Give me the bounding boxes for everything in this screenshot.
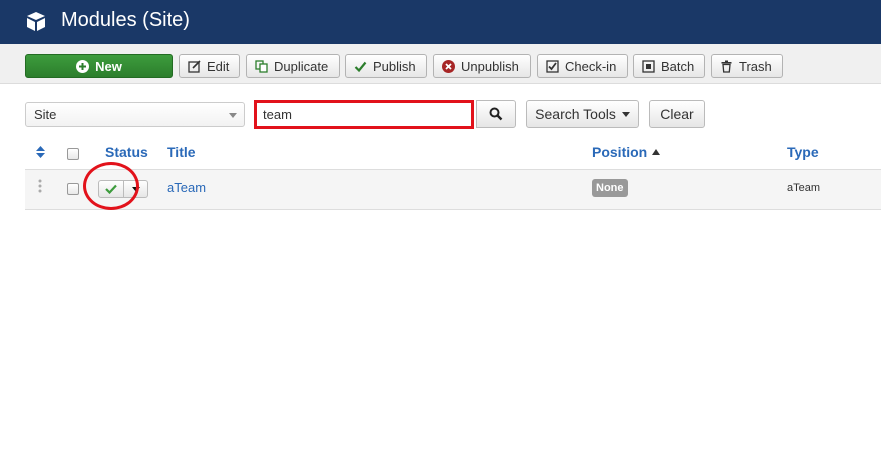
search-tools-button[interactable]: Search Tools [526, 100, 639, 128]
plus-circle-icon [76, 59, 90, 73]
batch-icon [642, 59, 655, 73]
column-title[interactable]: Title [167, 144, 196, 160]
new-button[interactable]: New [25, 54, 173, 78]
column-status[interactable]: Status [105, 144, 148, 160]
duplicate-button-label: Duplicate [274, 58, 329, 74]
toolbar: New Edit Duplicate Publish Unpublish Che… [0, 44, 881, 84]
publish-button-label: Publish [373, 58, 416, 74]
check-icon [105, 184, 117, 194]
status-dropdown-button[interactable] [123, 180, 148, 198]
trash-button-label: Trash [739, 58, 772, 74]
publish-button[interactable]: Publish [345, 54, 427, 78]
trash-icon [721, 60, 732, 73]
edit-button-label: Edit [207, 58, 230, 74]
select-all-checkbox[interactable] [67, 148, 79, 160]
header-bar: Modules (Site) [0, 0, 881, 44]
page-title: Modules (Site) [61, 9, 190, 31]
batch-button[interactable]: Batch [633, 54, 705, 78]
table-header: Status Title Position Type [25, 140, 881, 170]
sort-icon[interactable] [36, 146, 45, 158]
column-position[interactable]: Position [592, 144, 661, 160]
client-select[interactable]: Site [25, 102, 245, 127]
edit-button[interactable]: Edit [179, 54, 240, 78]
position-badge: None [592, 179, 628, 197]
copy-icon [255, 59, 268, 73]
cube-icon [27, 12, 45, 31]
search-button[interactable] [476, 100, 516, 128]
module-type: aTeam [787, 182, 821, 194]
chevron-down-icon [131, 186, 140, 192]
modules-table: Status Title Position Type aTeam None aT… [25, 140, 881, 210]
publish-toggle-button[interactable] [98, 180, 124, 198]
search-input[interactable] [254, 100, 474, 129]
duplicate-button[interactable]: Duplicate [246, 54, 340, 78]
filter-bar: Site Search Tools Clear [0, 84, 881, 140]
check-icon [354, 61, 367, 72]
checkin-button[interactable]: Check-in [537, 54, 628, 78]
row-checkbox[interactable] [67, 183, 79, 195]
unpublish-button-label: Unpublish [461, 58, 519, 74]
sort-ascending-icon [652, 149, 661, 155]
chevron-down-icon [621, 111, 630, 117]
checkbox-icon [546, 59, 559, 73]
unpublish-button[interactable]: Unpublish [433, 54, 531, 78]
clear-button[interactable]: Clear [649, 100, 705, 128]
trash-button[interactable]: Trash [711, 54, 783, 78]
status-toggle-group [98, 180, 148, 198]
batch-button-label: Batch [661, 58, 695, 74]
search-tools-label: Search Tools [535, 106, 616, 122]
new-button-label: New [95, 58, 122, 74]
drag-handle-icon[interactable] [38, 179, 42, 193]
module-title-link[interactable]: aTeam [167, 180, 206, 195]
client-select-value: Site [34, 107, 57, 122]
table-row: aTeam None aTeam [25, 162, 881, 210]
clear-button-label: Clear [660, 106, 694, 122]
chevron-down-icon [229, 113, 237, 118]
unpublish-icon [442, 59, 455, 73]
column-type[interactable]: Type [787, 144, 819, 160]
edit-icon [188, 59, 201, 73]
checkin-button-label: Check-in [565, 58, 617, 74]
search-icon [489, 107, 503, 121]
column-position-label: Position [592, 144, 648, 160]
